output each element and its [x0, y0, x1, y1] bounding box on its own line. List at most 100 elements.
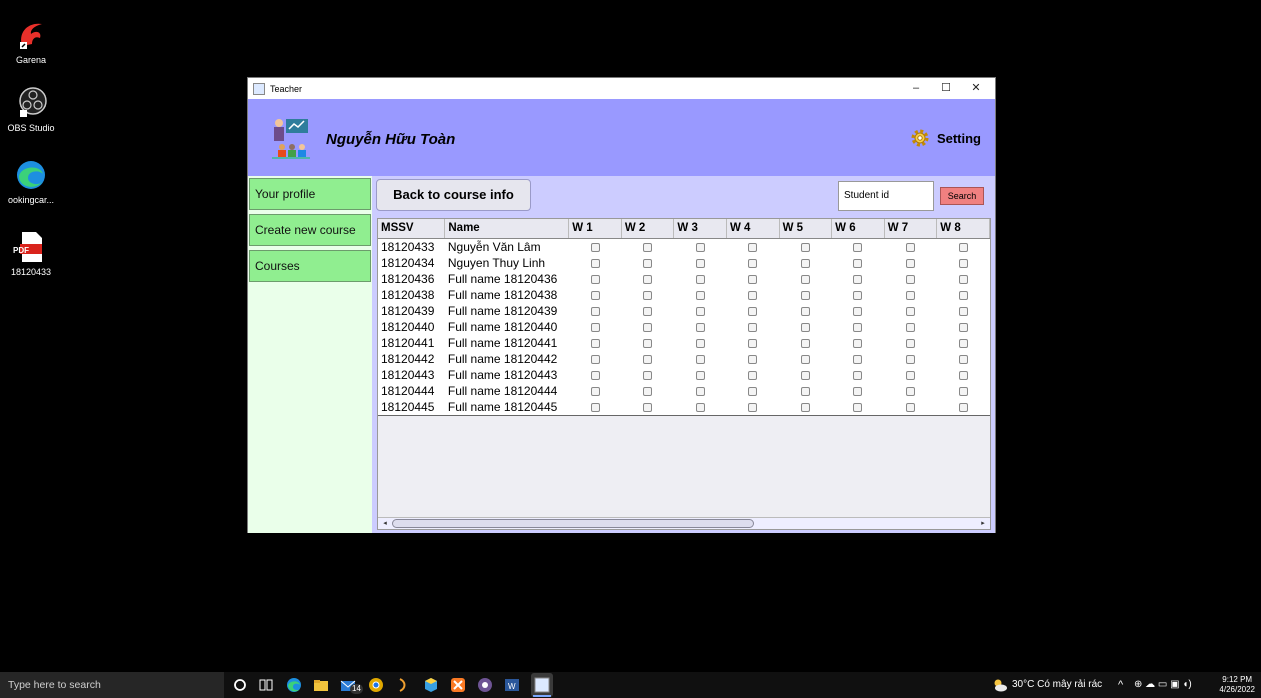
attendance-checkbox[interactable]: [695, 322, 705, 332]
attendance-checkbox[interactable]: [643, 354, 653, 364]
attendance-checkbox[interactable]: [800, 274, 810, 284]
attendance-checkbox[interactable]: [853, 322, 863, 332]
attendance-checkbox[interactable]: [958, 258, 968, 268]
close-button[interactable]: ✕: [961, 80, 991, 96]
attendance-checkbox[interactable]: [906, 274, 915, 284]
cube-app-icon[interactable]: [423, 677, 439, 693]
attendance-checkbox[interactable]: [643, 242, 653, 252]
attendance-checkbox[interactable]: [590, 242, 600, 252]
attendance-checkbox[interactable]: [748, 274, 758, 284]
attendance-checkbox[interactable]: [800, 242, 810, 252]
attendance-checkbox[interactable]: [853, 274, 863, 284]
attendance-checkbox[interactable]: [643, 274, 653, 284]
column-header-w2[interactable]: W 2: [621, 219, 675, 239]
attendance-checkbox[interactable]: [695, 354, 705, 364]
attendance-checkbox[interactable]: [695, 402, 705, 412]
back-to-course-info-button[interactable]: Back to course info: [376, 179, 531, 211]
github-desktop-icon[interactable]: [477, 677, 493, 693]
attendance-checkbox[interactable]: [643, 402, 653, 412]
attendance-checkbox[interactable]: [958, 242, 968, 252]
attendance-checkbox[interactable]: [748, 338, 758, 348]
attendance-checkbox[interactable]: [958, 290, 968, 300]
attendance-checkbox[interactable]: [590, 386, 600, 396]
chrome-icon[interactable]: [368, 677, 384, 693]
column-header-w5[interactable]: W 5: [779, 219, 833, 239]
attendance-checkbox[interactable]: [590, 274, 600, 284]
column-header-w3[interactable]: W 3: [673, 219, 727, 239]
attendance-checkbox[interactable]: [695, 258, 705, 268]
desktop-icon-obs[interactable]: OBS Studio: [0, 86, 62, 133]
xampp-icon[interactable]: [450, 677, 466, 693]
attendance-checkbox[interactable]: [958, 338, 968, 348]
task-view-icon[interactable]: [258, 677, 274, 693]
attendance-checkbox[interactable]: [695, 290, 705, 300]
attendance-checkbox[interactable]: [590, 290, 600, 300]
attendance-checkbox[interactable]: [748, 354, 758, 364]
column-header-w4[interactable]: W 4: [726, 219, 780, 239]
search-button[interactable]: Search: [940, 187, 984, 205]
maximize-button[interactable]: ☐: [931, 80, 961, 96]
sidebar-item-courses[interactable]: Courses: [249, 250, 371, 282]
attendance-checkbox[interactable]: [853, 402, 863, 412]
scroll-right-arrow-icon[interactable]: ▸: [978, 519, 988, 528]
desktop-icon-pdf[interactable]: 18120433: [0, 230, 62, 277]
attendance-checkbox[interactable]: [748, 370, 758, 380]
column-header-w1[interactable]: W 1: [568, 219, 622, 239]
attendance-checkbox[interactable]: [590, 306, 600, 316]
attendance-checkbox[interactable]: [748, 258, 758, 268]
attendance-checkbox[interactable]: [590, 322, 600, 332]
attendance-checkbox[interactable]: [695, 274, 705, 284]
attendance-checkbox[interactable]: [695, 370, 705, 380]
attendance-checkbox[interactable]: [853, 242, 863, 252]
sidebar-item-your-profile[interactable]: Your profile: [249, 178, 371, 210]
attendance-checkbox[interactable]: [906, 242, 915, 252]
attendance-checkbox[interactable]: [695, 338, 705, 348]
attendance-checkbox[interactable]: [853, 338, 863, 348]
attendance-checkbox[interactable]: [906, 386, 915, 396]
attendance-checkbox[interactable]: [748, 386, 758, 396]
attendance-checkbox[interactable]: [590, 354, 600, 364]
desktop-icon-edge[interactable]: ookingcar...: [0, 158, 62, 205]
attendance-checkbox[interactable]: [958, 306, 968, 316]
attendance-checkbox[interactable]: [800, 306, 810, 316]
attendance-checkbox[interactable]: [800, 338, 810, 348]
attendance-checkbox[interactable]: [906, 290, 915, 300]
attendance-checkbox[interactable]: [853, 306, 863, 316]
edge-taskbar-icon[interactable]: [286, 677, 302, 693]
attendance-checkbox[interactable]: [958, 354, 968, 364]
java-app-taskbar-icon[interactable]: [531, 673, 553, 697]
attendance-checkbox[interactable]: [906, 370, 915, 380]
attendance-checkbox[interactable]: [695, 386, 705, 396]
file-explorer-icon[interactable]: [313, 677, 329, 693]
attendance-checkbox[interactable]: [906, 258, 915, 268]
setting-button[interactable]: Setting: [909, 127, 981, 149]
attendance-checkbox[interactable]: [800, 386, 810, 396]
attendance-checkbox[interactable]: [800, 370, 810, 380]
student-id-search-input[interactable]: Student id: [838, 181, 934, 211]
vscode-like-icon[interactable]: [396, 677, 412, 693]
weather-text[interactable]: 30°C Có mây rải rác: [1012, 672, 1102, 698]
attendance-checkbox[interactable]: [695, 242, 705, 252]
attendance-checkbox[interactable]: [958, 386, 968, 396]
column-header-w7[interactable]: W 7: [884, 219, 938, 239]
attendance-checkbox[interactable]: [853, 258, 863, 268]
attendance-checkbox[interactable]: [906, 338, 915, 348]
attendance-checkbox[interactable]: [906, 306, 915, 316]
attendance-checkbox[interactable]: [643, 306, 653, 316]
tray-icons[interactable]: ⊕ ☁ ▭ ▣ ◖): [1134, 672, 1192, 698]
chevron-up-icon[interactable]: ^: [1118, 672, 1123, 698]
horizontal-scrollbar[interactable]: ◂ ▸: [378, 517, 990, 529]
attendance-checkbox[interactable]: [906, 354, 915, 364]
scroll-left-arrow-icon[interactable]: ◂: [380, 519, 390, 528]
attendance-checkbox[interactable]: [643, 258, 653, 268]
attendance-checkbox[interactable]: [748, 402, 758, 412]
attendance-checkbox[interactable]: [590, 402, 600, 412]
attendance-checkbox[interactable]: [748, 242, 758, 252]
attendance-checkbox[interactable]: [590, 258, 600, 268]
attendance-checkbox[interactable]: [643, 338, 653, 348]
attendance-checkbox[interactable]: [853, 370, 863, 380]
window-titlebar[interactable]: Teacher – ☐ ✕: [248, 78, 995, 99]
attendance-checkbox[interactable]: [800, 322, 810, 332]
scrollbar-thumb[interactable]: [392, 519, 754, 528]
taskbar-search-input[interactable]: Type here to search: [0, 672, 224, 698]
